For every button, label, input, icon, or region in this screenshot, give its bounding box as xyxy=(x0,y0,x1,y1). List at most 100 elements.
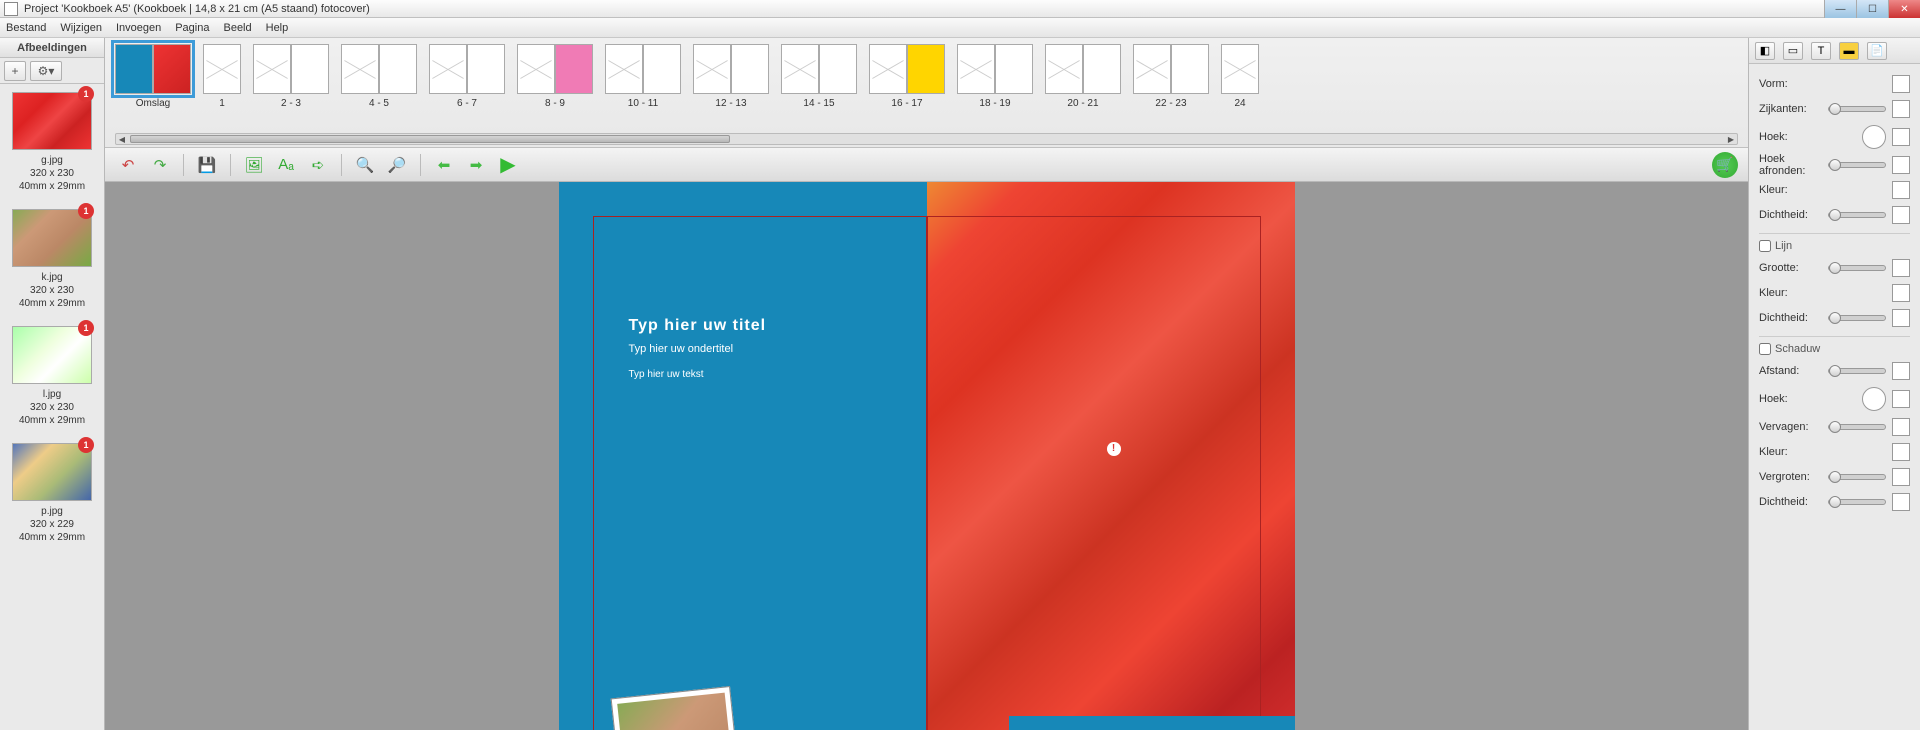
menu-beeld[interactable]: Beeld xyxy=(223,22,251,34)
add-text-tool[interactable]: Aₐ xyxy=(273,152,299,178)
prop-hoek-value[interactable] xyxy=(1892,128,1910,146)
prop-lijn-kleur-label: Kleur: xyxy=(1759,287,1892,299)
image-options-button[interactable]: ⚙▾ xyxy=(30,61,62,81)
prop-schaduw-dichtheid-value[interactable] xyxy=(1892,493,1910,511)
prop-hoekafronden-slider[interactable] xyxy=(1828,162,1886,168)
cover-spread[interactable]: Typ hier uw titel Typ hier uw ondertitel… xyxy=(559,182,1295,730)
page-thumb-Omslag[interactable]: Omslag xyxy=(115,44,191,109)
prop-schaduw-kleur-value[interactable] xyxy=(1892,443,1910,461)
minimize-button[interactable]: — xyxy=(1824,0,1856,18)
canvas-area[interactable]: Typ hier uw titel Typ hier uw ondertitel… xyxy=(105,182,1748,730)
tab-frame[interactable]: ▭ xyxy=(1783,42,1803,60)
prop-dichtheid-value[interactable] xyxy=(1892,206,1910,224)
prop-vergroten-slider[interactable] xyxy=(1828,474,1886,480)
usage-badge: 1 xyxy=(78,86,94,102)
menu-help[interactable]: Help xyxy=(266,22,289,34)
prop-afstand-slider[interactable] xyxy=(1828,368,1886,374)
page-thumb-20-21[interactable]: 20 - 21 xyxy=(1045,44,1121,109)
page-thumb-6-7[interactable]: 6 - 7 xyxy=(429,44,505,109)
page-thumb-1[interactable]: 1 xyxy=(203,44,241,109)
prop-vervagen-value[interactable] xyxy=(1892,418,1910,436)
prop-schaduw-hoek-dial[interactable] xyxy=(1862,387,1886,411)
tab-text[interactable]: T xyxy=(1811,42,1831,60)
prop-lijn-checkbox[interactable]: Lijn xyxy=(1759,240,1910,252)
page-thumb-18-19[interactable]: 18 - 19 xyxy=(957,44,1033,109)
prop-dichtheid-slider[interactable] xyxy=(1828,212,1886,218)
prop-lijn-kleur-value[interactable] xyxy=(1892,284,1910,302)
prop-vergroten-value[interactable] xyxy=(1892,468,1910,486)
prop-schaduw-hoek-value[interactable] xyxy=(1892,390,1910,408)
order-cart-button[interactable]: 🛒 xyxy=(1712,152,1738,178)
scroll-handle[interactable] xyxy=(130,135,730,143)
image-item-1[interactable]: 1k.jpg320 x 23040mm x 29mm xyxy=(4,209,100,310)
front-cover-page[interactable]: ! Typ hier uw titel Typ hier uw ondertit… xyxy=(927,182,1295,730)
prop-grootte-slider[interactable] xyxy=(1828,265,1886,271)
main-toolbar: ↶ ↷ 💾 🖼 Aₐ ➪ 🔍 🔎 ⬅ ➡ ▶ 🛒 xyxy=(105,148,1748,182)
prop-lijn-dichtheid-value[interactable] xyxy=(1892,309,1910,327)
export-button[interactable]: ➪ xyxy=(305,152,331,178)
prop-kleur-value[interactable] xyxy=(1892,181,1910,199)
next-page-button[interactable]: ➡ xyxy=(463,152,489,178)
close-button[interactable]: ✕ xyxy=(1888,0,1920,18)
menu-bestand[interactable]: Bestand xyxy=(6,22,46,34)
page-thumb-2-3[interactable]: 2 - 3 xyxy=(253,44,329,109)
prev-page-button[interactable]: ⬅ xyxy=(431,152,457,178)
page-thumb-4-5[interactable]: 4 - 5 xyxy=(341,44,417,109)
body-placeholder[interactable]: Typ hier uw tekst xyxy=(629,369,767,380)
page-thumb-16-17[interactable]: 16 - 17 xyxy=(869,44,945,109)
prop-schaduw-dichtheid-label: Dichtheid: xyxy=(1759,496,1828,508)
image-caption: l.jpg320 x 23040mm x 29mm xyxy=(4,388,100,427)
prop-zijkanten-slider[interactable] xyxy=(1828,106,1886,112)
zoom-in-button[interactable]: 🔎 xyxy=(384,152,410,178)
tab-shape[interactable]: ◧ xyxy=(1755,42,1775,60)
page-thumb-label: 18 - 19 xyxy=(979,98,1010,109)
image-thumb[interactable] xyxy=(12,209,92,267)
properties-panel: ◧ ▭ T ▬ 📄 Vorm: Zijkanten: Hoek: Hoek af… xyxy=(1748,38,1920,730)
page-thumb-24[interactable]: 24 xyxy=(1221,44,1259,109)
prop-vervagen-slider[interactable] xyxy=(1828,424,1886,430)
image-thumb[interactable] xyxy=(12,443,92,501)
prop-grootte-value[interactable] xyxy=(1892,259,1910,277)
image-thumb[interactable] xyxy=(12,326,92,384)
menu-invoegen[interactable]: Invoegen xyxy=(116,22,161,34)
image-item-3[interactable]: 1p.jpg320 x 22940mm x 29mm xyxy=(4,443,100,544)
image-item-0[interactable]: 1g.jpg320 x 23040mm x 29mm xyxy=(4,92,100,193)
page-thumb-14-15[interactable]: 14 - 15 xyxy=(781,44,857,109)
title-placeholder[interactable]: Typ hier uw titel xyxy=(629,317,767,335)
page-thumb-8-9[interactable]: 8 - 9 xyxy=(517,44,593,109)
image-item-2[interactable]: 1l.jpg320 x 23040mm x 29mm xyxy=(4,326,100,427)
save-button[interactable]: 💾 xyxy=(194,152,220,178)
prop-hoekafronden-value[interactable] xyxy=(1892,156,1910,174)
front-title-box[interactable]: Typ hier uw titel Typ hier uw ondertitel xyxy=(1009,716,1295,730)
page-thumb-22-23[interactable]: 22 - 23 xyxy=(1133,44,1209,109)
menu-wijzigen[interactable]: Wijzigen xyxy=(60,22,102,34)
polaroid-image[interactable] xyxy=(610,686,739,730)
page-thumb-10-11[interactable]: 10 - 11 xyxy=(605,44,681,109)
add-image-button[interactable]: + xyxy=(4,61,26,81)
maximize-button[interactable]: ☐ xyxy=(1856,0,1888,18)
scroll-right-arrow[interactable]: ▶ xyxy=(1725,134,1737,144)
prop-hoek-dial[interactable] xyxy=(1862,125,1886,149)
undo-button[interactable]: ↶ xyxy=(115,152,141,178)
prop-afstand-value[interactable] xyxy=(1892,362,1910,380)
prop-schaduw-dichtheid-slider[interactable] xyxy=(1828,499,1886,505)
play-preview-button[interactable]: ▶ xyxy=(495,152,521,178)
page-thumb-12-13[interactable]: 12 - 13 xyxy=(693,44,769,109)
prop-zijkanten-value[interactable] xyxy=(1892,100,1910,118)
image-thumb[interactable] xyxy=(12,92,92,150)
prop-schaduw-checkbox[interactable]: Schaduw xyxy=(1759,343,1910,355)
prop-lijn-dichtheid-slider[interactable] xyxy=(1828,315,1886,321)
back-cover-page[interactable]: Typ hier uw titel Typ hier uw ondertitel… xyxy=(559,182,927,730)
add-image-tool[interactable]: 🖼 xyxy=(241,152,267,178)
prop-vorm-value[interactable] xyxy=(1892,75,1910,93)
zoom-out-button[interactable]: 🔍 xyxy=(352,152,378,178)
tab-page[interactable]: 📄 xyxy=(1867,42,1887,60)
menu-pagina[interactable]: Pagina xyxy=(175,22,209,34)
strip-scrollbar[interactable]: ◀ ▶ xyxy=(115,133,1738,145)
tab-effects[interactable]: ▬ xyxy=(1839,42,1859,60)
prop-lijn-label: Lijn xyxy=(1775,240,1792,252)
scroll-left-arrow[interactable]: ◀ xyxy=(116,134,128,144)
subtitle-placeholder[interactable]: Typ hier uw ondertitel xyxy=(629,343,767,355)
redo-button[interactable]: ↷ xyxy=(147,152,173,178)
usage-badge: 1 xyxy=(78,320,94,336)
